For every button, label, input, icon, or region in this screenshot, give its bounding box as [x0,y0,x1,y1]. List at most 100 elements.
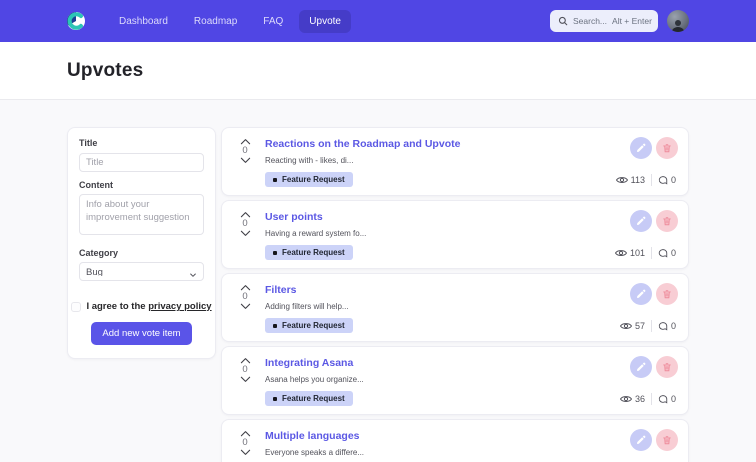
upvote-button[interactable] [240,430,251,437]
vote-item-description: Adding filters will help... [265,302,349,311]
downvote-button[interactable] [240,303,251,310]
vote-item-title-link[interactable]: User points [265,211,676,223]
search-placeholder: Search... [573,16,608,26]
privacy-checkbox[interactable] [71,301,82,312]
search-icon [558,16,568,26]
vote-count: 0 [242,218,248,229]
vote-control: 0 [234,283,256,333]
nav-links: Dashboard Roadmap FAQ Upvote [109,9,351,33]
category-badge: Feature Request [265,172,353,187]
vote-item-description: Reacting with - likes, di... [265,156,354,165]
item-actions [630,356,678,378]
nav-item-dashboard[interactable]: Dashboard [109,10,178,33]
stats-divider [650,392,652,405]
pencil-icon [636,143,646,153]
vote-item-description: Everyone speaks a differe... [265,448,365,457]
category-badge-label: Feature Request [282,248,345,257]
category-badge-label: Feature Request [282,394,345,403]
content-textarea[interactable] [79,194,204,235]
downvote-button[interactable] [240,230,251,237]
pencil-icon [636,435,646,445]
category-badge: Feature Request [265,318,353,333]
app-logo-icon[interactable] [67,12,85,30]
badge-dot-icon [273,323,277,328]
views-count: 36 [634,393,645,404]
upvote-button[interactable] [240,211,251,218]
add-vote-item-button[interactable]: Add new vote item [91,322,192,345]
edit-button[interactable] [630,210,652,232]
vote-item: 0 User points Having a reward system fo.… [221,200,689,269]
vote-count: 0 [242,437,248,448]
edit-button[interactable] [630,283,652,305]
vote-item-description: Having a reward system fo... [265,229,367,238]
vote-item: 0 Filters Adding filters will help... Fe… [221,273,689,342]
delete-button[interactable] [656,283,678,305]
vote-item-title-link[interactable]: Multiple languages [265,430,676,442]
category-badge: Feature Request [265,245,353,260]
edit-button[interactable] [630,429,652,451]
trash-icon [662,289,672,299]
upvote-button[interactable] [240,357,251,364]
vote-item-title-link[interactable]: Reactions on the Roadmap and Upvote [265,138,676,150]
vote-item: 0 Multiple languages Everyone speaks a d… [221,419,689,462]
nav-item-faq[interactable]: FAQ [253,10,293,33]
vote-item: 0 Reactions on the Roadmap and Upvote Re… [221,127,689,196]
page-title: Upvotes [67,59,144,81]
page-header: Upvotes [0,42,756,100]
delete-button[interactable] [656,137,678,159]
comments-stat: 0 [658,248,676,258]
item-actions [630,210,678,232]
vote-control: 0 [234,137,256,187]
privacy-policy-link[interactable]: privacy policy [148,301,211,312]
stats-divider [650,173,652,186]
privacy-agree-text: I agree to the privacy policy [86,301,211,312]
edit-button[interactable] [630,356,652,378]
new-vote-item-form: Title Content Category Bug I agree to th… [67,127,216,359]
stats-divider [650,246,652,259]
comments-stat: 0 [658,394,676,404]
title-input[interactable] [79,153,204,172]
downvote-button[interactable] [240,376,251,383]
nav-item-upvote[interactable]: Upvote [299,9,351,33]
delete-button[interactable] [656,210,678,232]
vote-item-list: 0 Reactions on the Roadmap and Upvote Re… [221,127,689,462]
vote-item-title-link[interactable]: Integrating Asana [265,357,676,369]
nav-item-roadmap[interactable]: Roadmap [184,10,247,33]
vote-count: 0 [242,291,248,302]
comments-count: 0 [670,393,676,404]
views-count: 113 [630,174,645,185]
search-input[interactable]: Search... Alt + Enter [550,10,658,32]
trash-icon [662,143,672,153]
title-label: Title [79,138,98,148]
comment-icon [658,248,668,258]
eye-icon [619,394,632,404]
item-actions [630,429,678,451]
item-stats: 101 0 [614,246,676,259]
comment-icon [658,321,668,331]
category-select[interactable]: Bug [79,262,204,281]
downvote-button[interactable] [240,449,251,456]
badge-dot-icon [273,177,277,182]
pencil-icon [636,362,646,372]
upvote-button[interactable] [240,138,251,145]
views-stat: 36 [619,393,645,404]
downvote-button[interactable] [240,157,251,164]
comments-stat: 0 [658,175,676,185]
search-shortcut: Alt + Enter [612,16,652,26]
category-badge-label: Feature Request [282,321,345,330]
delete-button[interactable] [656,429,678,451]
navbar: Dashboard Roadmap FAQ Upvote Search... A… [0,0,756,42]
pencil-icon [636,289,646,299]
category-badge: Feature Request [265,391,353,406]
badge-dot-icon [273,396,277,401]
delete-button[interactable] [656,356,678,378]
content-label: Content [79,180,113,190]
vote-count: 0 [242,145,248,156]
user-avatar[interactable] [667,10,689,32]
item-actions [630,137,678,159]
edit-button[interactable] [630,137,652,159]
item-stats: 113 0 [615,173,676,186]
trash-icon [662,216,672,226]
upvote-button[interactable] [240,284,251,291]
vote-item-title-link[interactable]: Filters [265,284,676,296]
